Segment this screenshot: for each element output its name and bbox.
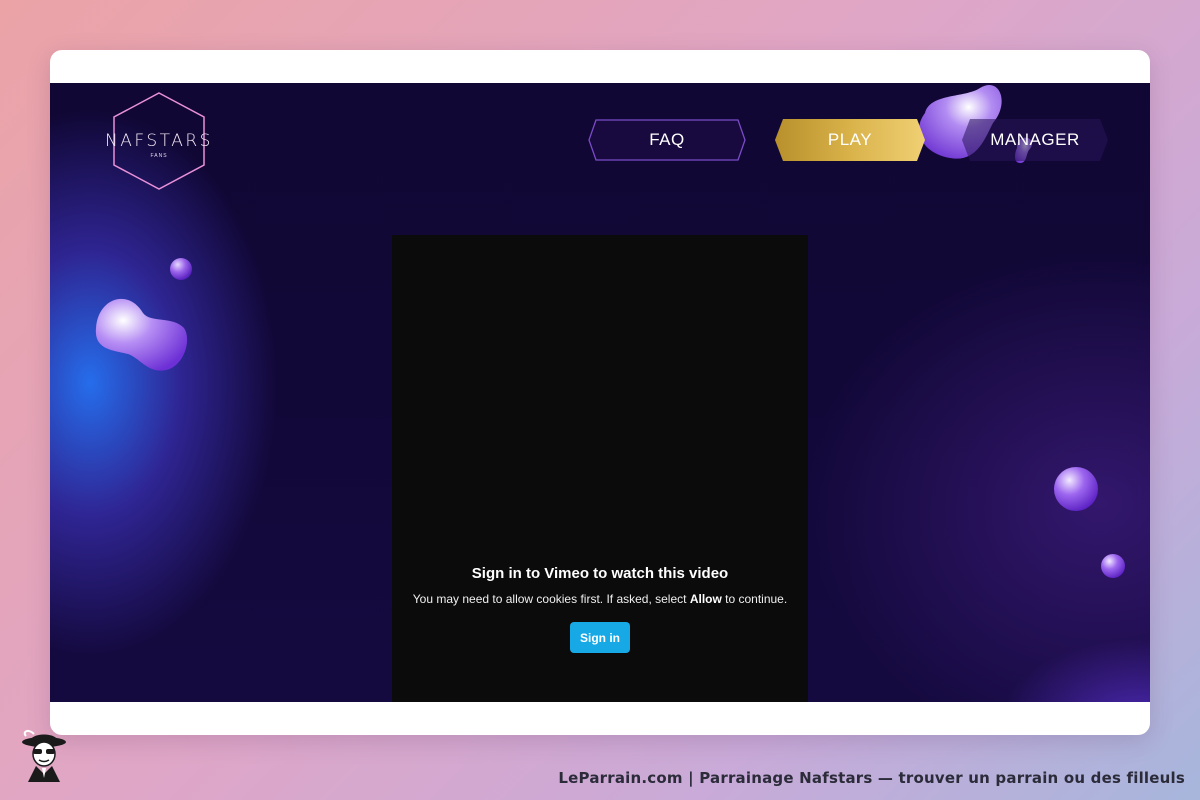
bubble-right-decoration bbox=[1054, 467, 1098, 511]
nav-manager-label: MANAGER bbox=[990, 130, 1080, 149]
video-message-end: to continue. bbox=[721, 592, 788, 606]
nav-faq-button[interactable]: FAQ bbox=[588, 119, 746, 161]
video-signin-title: Sign in to Vimeo to watch this video bbox=[471, 565, 729, 582]
nav-play-button[interactable]: PLAY bbox=[775, 119, 925, 161]
vimeo-video-embed[interactable]: Sign in to Vimeo to watch this video You… bbox=[392, 235, 808, 702]
bubble-small-left-decoration bbox=[170, 258, 192, 280]
video-message-text: You may need to allow cookies first. If … bbox=[412, 592, 690, 606]
blob-left-decoration bbox=[95, 298, 188, 371]
logo-subtext: FANS bbox=[150, 153, 168, 159]
browser-card: NAFSTARS FANS FAQ PLAY MANAGER Sign in t… bbox=[50, 50, 1150, 735]
video-cookie-message: You may need to allow cookies first. If … bbox=[392, 592, 808, 606]
mascot-spy-icon bbox=[22, 729, 66, 782]
nafstars-page: NAFSTARS FANS FAQ PLAY MANAGER Sign in t… bbox=[50, 83, 1150, 702]
footer-caption: LeParrain.com | Parrainage Nafstars — tr… bbox=[558, 769, 1185, 787]
logo-text: NAFSTARS bbox=[105, 131, 213, 151]
vimeo-signin-button[interactable]: Sign in bbox=[570, 622, 630, 653]
nafstars-logo[interactable]: NAFSTARS FANS bbox=[84, 91, 234, 191]
bubble-small-right-decoration bbox=[1101, 554, 1125, 578]
nav-play-label: PLAY bbox=[827, 130, 873, 149]
nav-manager-button[interactable]: MANAGER bbox=[962, 119, 1108, 161]
video-message-allow: Allow bbox=[689, 592, 722, 606]
nav-faq-label: FAQ bbox=[649, 130, 685, 149]
